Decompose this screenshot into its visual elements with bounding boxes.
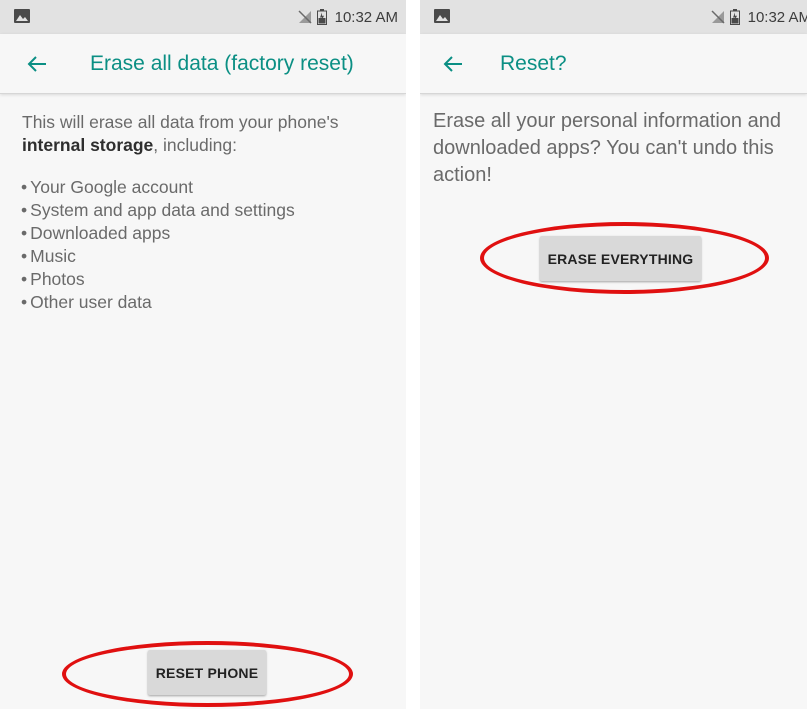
list-item: Your Google account — [21, 176, 295, 199]
erase-items-list: Your Google account System and app data … — [21, 176, 295, 314]
status-bar: 10:32 AM — [0, 0, 406, 34]
factory-reset-screen: 10:32 AM Erase all data (factory reset) … — [0, 0, 406, 709]
intro-prefix: This will erase all data from your phone… — [22, 112, 339, 132]
back-arrow-icon[interactable] — [442, 53, 464, 75]
intro-bold: internal storage — [22, 135, 154, 155]
app-bar: Reset? — [420, 34, 807, 94]
status-time: 10:32 AM — [747, 8, 807, 26]
intro-suffix: , including: — [153, 135, 237, 155]
battery-icon — [729, 9, 740, 25]
battery-icon — [316, 9, 327, 25]
list-item: Downloaded apps — [21, 222, 295, 245]
reset-phone-button[interactable]: RESET PHONE — [148, 650, 266, 695]
status-bar: 10:32 AM — [420, 0, 807, 34]
erase-everything-button[interactable]: ERASE EVERYTHING — [540, 236, 701, 281]
confirm-message: Erase all your personal information and … — [433, 110, 781, 186]
back-arrow-icon[interactable] — [26, 53, 48, 75]
page-title: Reset? — [500, 52, 567, 75]
list-item: Music — [21, 245, 295, 268]
page-title: Erase all data (factory reset) — [90, 52, 354, 75]
reset-confirm-screen: 10:32 AM Reset? Erase all your personal … — [420, 0, 807, 709]
status-time: 10:32 AM — [334, 8, 398, 26]
intro-text: This will erase all data from your phone… — [22, 111, 402, 157]
app-bar: Erase all data (factory reset) — [0, 34, 406, 94]
image-notification-icon — [14, 9, 30, 23]
list-item: Photos — [21, 268, 295, 291]
image-notification-icon — [434, 9, 450, 23]
no-sim-icon — [298, 10, 312, 24]
no-sim-icon — [711, 10, 725, 24]
list-item: System and app data and settings — [21, 199, 295, 222]
list-item: Other user data — [21, 291, 295, 314]
